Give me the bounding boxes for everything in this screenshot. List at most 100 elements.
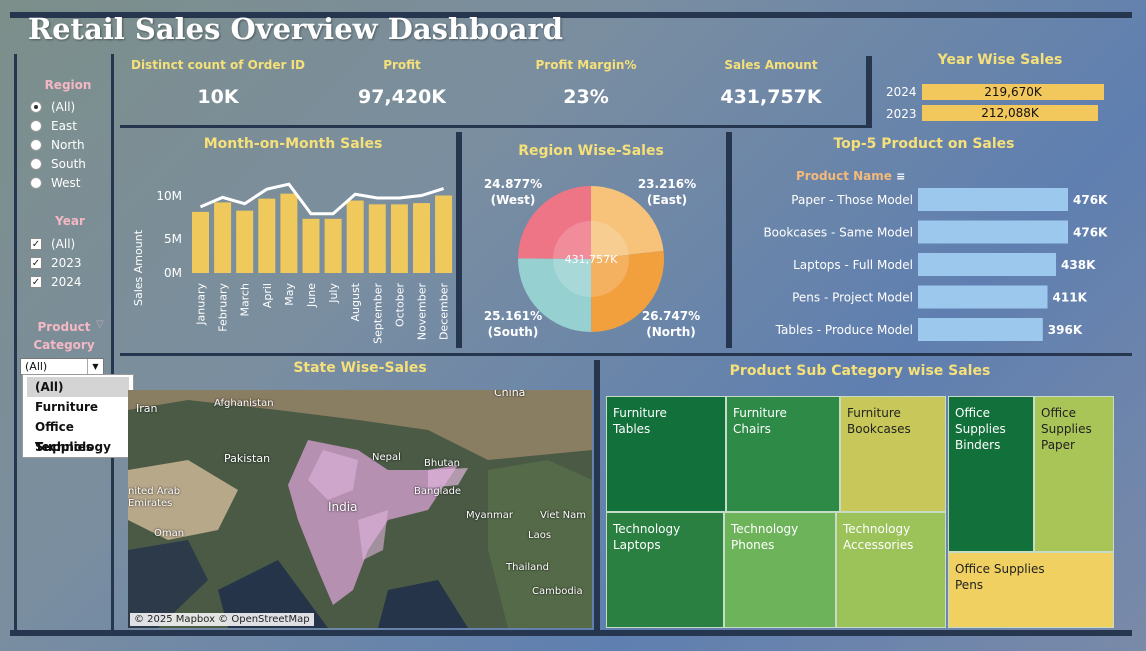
month-tick-label: September: [371, 283, 384, 344]
month-tick-label: August: [349, 282, 362, 321]
top5-value-label: 411K: [1053, 291, 1088, 305]
top5-bar[interactable]: [918, 318, 1043, 341]
radio-icon[interactable]: [30, 176, 42, 189]
treemap-tile-office-paper[interactable]: Office Supplies Paper: [1034, 396, 1114, 552]
top5-product-label: Paper - Those Model: [791, 193, 913, 207]
month-bar-june[interactable]: [302, 218, 320, 273]
month-tick-label: January: [195, 283, 208, 326]
ytick-10m: 10M: [156, 189, 182, 203]
month-tick-label: May: [283, 283, 296, 306]
pie-label-west: 24.877% (West): [483, 177, 543, 207]
top5-value-label: 396K: [1048, 323, 1083, 337]
kpi-order-count: Distinct count of Order ID 10K: [130, 58, 305, 108]
year-bar-2023[interactable]: 212,088K: [922, 105, 1098, 121]
year-filter-title: Year: [55, 214, 85, 228]
kpi-sales-amount: Sales Amount 431,757K: [720, 58, 822, 108]
region-option-east[interactable]: East: [30, 116, 86, 135]
top5-bar[interactable]: [918, 220, 1068, 244]
treemap-tile-furniture-bookcases[interactable]: Furniture Bookcases: [840, 396, 946, 512]
map-label-vietnam: Viet Nam: [540, 510, 587, 521]
month-bar-july[interactable]: [324, 218, 342, 273]
region-option-south[interactable]: South: [30, 154, 86, 173]
treemap-tile-technology-phones[interactable]: Technology Phones: [724, 512, 836, 628]
radio-icon[interactable]: [30, 100, 42, 113]
month-sales-ylabel: Sales Amount: [132, 229, 145, 306]
bottom-divider: [594, 360, 600, 632]
region-option-all[interactable]: (All): [30, 97, 86, 116]
month-bar-april[interactable]: [258, 198, 276, 273]
chevron-down-icon[interactable]: ▼: [87, 359, 103, 374]
dashboard-title: Retail Sales Overview Dashboard: [28, 12, 564, 46]
month-bar-august[interactable]: [346, 200, 364, 273]
month-tick-label: June: [305, 283, 318, 308]
top5-title: Top-5 Product on Sales: [833, 136, 1015, 152]
menu-item-technology[interactable]: Technology: [23, 437, 133, 457]
year-label-2024: 2024: [886, 85, 917, 99]
checkbox-icon[interactable]: ✓: [30, 237, 42, 250]
ytick-0m: 0M: [164, 266, 182, 280]
map-label-bhutan: Bhutan: [424, 458, 460, 469]
bottom-border: [10, 630, 1132, 636]
region-option-west[interactable]: West: [30, 173, 86, 192]
month-tick-label: November: [416, 283, 429, 341]
radio-icon[interactable]: [30, 138, 42, 151]
map-label-cambodia: Cambodia: [532, 586, 583, 597]
product-category-menu: (All) Furniture Office Supplies Technolo…: [22, 374, 134, 458]
top5-product-label: Bookcases - Same Model: [763, 226, 913, 240]
region-filter-title: Region: [44, 78, 92, 92]
top5-bar[interactable]: [918, 285, 1048, 309]
region-filter: (All) East North South West: [30, 97, 86, 192]
treemap-tile-technology-laptops[interactable]: Technology Laptops: [606, 512, 724, 628]
map-label-laos: Laos: [528, 530, 552, 541]
donut-center-total: 431,757K: [565, 253, 618, 266]
treemap-tile-office-pens[interactable]: Office Supplies Pens: [948, 552, 1114, 628]
top5-bar[interactable]: [918, 253, 1057, 276]
year-option-2024[interactable]: ✓ 2024: [30, 272, 82, 291]
month-tick-label: February: [217, 283, 230, 332]
month-tick-label: April: [261, 283, 274, 308]
treemap-tile-technology-accessories[interactable]: Technology Accessories: [836, 512, 946, 628]
sort-icon[interactable]: ≡: [896, 170, 905, 183]
radio-icon[interactable]: [30, 119, 42, 132]
month-bar-may[interactable]: [280, 193, 298, 273]
month-bar-october[interactable]: [390, 204, 408, 273]
year-wise-sales-title: Year Wise Sales: [937, 52, 1063, 68]
map-label-pakistan: Pakistan: [224, 452, 271, 465]
treemap-tile-office-binders[interactable]: Office Supplies Binders: [948, 396, 1034, 552]
month-sales-chart: Sales Amount 10M 5M 0M January February Ma…: [132, 182, 453, 344]
kpi-profit-margin: Profit Margin% 23%: [535, 58, 637, 108]
year-option-all[interactable]: ✓ (All): [30, 234, 82, 253]
month-tick-label: December: [438, 283, 451, 341]
checkbox-icon[interactable]: ✓: [30, 256, 42, 269]
subcategory-treemap: Furniture Tables Furniture Chairs Furnitur…: [606, 396, 1114, 628]
month-bar-january[interactable]: [192, 211, 209, 273]
month-bar-september[interactable]: [368, 204, 386, 273]
month-bar-february[interactable]: [214, 202, 232, 273]
middle-divider-2: [726, 132, 732, 348]
product-category-dropdown[interactable]: (All) ▼: [20, 358, 104, 375]
kpi-profit: Profit 97,420K: [357, 58, 447, 108]
menu-item-furniture[interactable]: Furniture: [23, 397, 133, 417]
pie-label-south: 25.161% (South): [483, 309, 543, 339]
month-bar-march[interactable]: [236, 210, 254, 273]
menu-item-office-supplies[interactable]: Office Supplies: [23, 417, 133, 454]
top5-value-label: 476K: [1073, 193, 1108, 207]
map-background: [128, 390, 592, 628]
top5-bar[interactable]: [918, 188, 1068, 211]
month-bar-december[interactable]: [435, 195, 453, 273]
treemap-tile-furniture-chairs[interactable]: Furniture Chairs: [726, 396, 840, 512]
month-tick-label: July: [327, 283, 340, 304]
menu-item-all[interactable]: (All): [27, 377, 129, 397]
region-option-north[interactable]: North: [30, 135, 86, 154]
year-option-2023[interactable]: ✓ 2023: [30, 253, 82, 272]
month-bar-november[interactable]: [413, 203, 430, 273]
map-label-iran: Iran: [136, 402, 158, 415]
treemap-tile-furniture-tables[interactable]: Furniture Tables: [606, 396, 726, 512]
radio-icon[interactable]: [30, 157, 42, 170]
filter-funnel-icon[interactable]: ▽: [96, 319, 104, 330]
year-bar-2024[interactable]: 219,670K: [922, 84, 1104, 100]
checkbox-icon[interactable]: ✓: [30, 275, 42, 288]
product-name-header: Product Name ≡: [796, 169, 906, 183]
state-sales-map[interactable]: China Iran Afghanistan Pakistan Nepal Bh…: [128, 390, 592, 628]
map-credit[interactable]: © 2025 Mapbox © OpenStreetMap: [130, 613, 314, 626]
